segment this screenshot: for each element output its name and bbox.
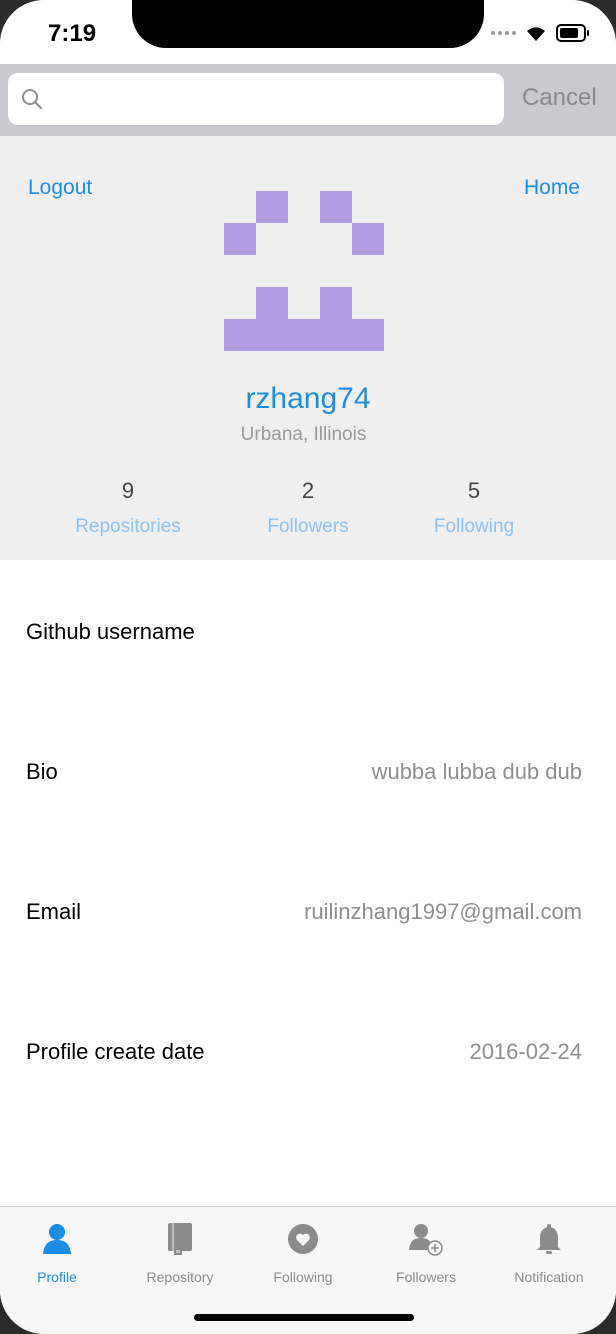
stat-label: Following	[433, 516, 515, 537]
search-input[interactable]	[52, 81, 496, 119]
stat-following[interactable]: 5 Following	[374, 478, 574, 538]
search-bar: Cancel	[0, 64, 616, 136]
stat-value: 5	[467, 478, 481, 503]
person-icon	[0, 1219, 119, 1259]
home-button[interactable]: Home	[524, 176, 580, 200]
detail-key: Email	[26, 899, 82, 924]
tab-label: Profile	[37, 1269, 77, 1285]
status-time: 7:19	[48, 20, 97, 47]
detail-row-email: Email ruilinzhang1997@gmail.com	[0, 899, 616, 939]
notch	[132, 0, 484, 48]
tab-profile[interactable]: Profile	[0, 1219, 119, 1285]
detail-key: Profile create date	[26, 1039, 205, 1064]
detail-row-create-date: Profile create date 2016-02-24	[0, 1039, 616, 1079]
stat-repositories[interactable]: 9 Repositories	[28, 478, 228, 538]
tab-label: Notification	[514, 1269, 584, 1285]
heart-icon	[241, 1219, 365, 1259]
signal-icon	[491, 31, 516, 35]
detail-row-github-username: Github username	[0, 619, 616, 659]
stat-label: Repositories	[75, 516, 181, 537]
tab-following[interactable]: Following	[241, 1219, 365, 1285]
avatar	[224, 191, 384, 351]
detail-value: ruilinzhang1997@gmail.com	[304, 899, 582, 924]
tab-repository[interactable]: Repository	[118, 1219, 242, 1285]
detail-value: 2016-02-24	[469, 1039, 582, 1064]
tab-label: Repository	[146, 1269, 214, 1285]
bell-icon	[487, 1219, 611, 1259]
cancel-button[interactable]: Cancel	[522, 84, 597, 112]
battery-icon	[556, 24, 590, 42]
detail-key: Bio	[26, 759, 58, 784]
status-bar: 7:19	[0, 0, 616, 64]
tab-label: Followers	[396, 1269, 456, 1285]
stat-value: 9	[121, 478, 135, 503]
profile-location: Urbana, Illinois	[240, 424, 367, 445]
detail-key: Github username	[26, 619, 195, 644]
search-icon	[20, 87, 44, 116]
phone-screen: 7:19 Cancel Logout Home rzhang74 Urbana,…	[0, 0, 616, 1334]
tab-label: Following	[273, 1269, 333, 1285]
tab-notification[interactable]: Notification	[487, 1219, 611, 1285]
detail-value: wubba lubba dub dub	[371, 759, 582, 784]
tab-followers[interactable]: Followers	[364, 1219, 488, 1285]
book-icon	[118, 1219, 242, 1259]
home-indicator[interactable]	[194, 1314, 414, 1321]
status-icons	[491, 24, 590, 42]
profile-username: rzhang74	[245, 382, 371, 415]
detail-row-bio: Bio wubba lubba dub dub	[0, 759, 616, 799]
logout-button[interactable]: Logout	[28, 176, 92, 200]
profile-header: Logout Home rzhang74 Urbana, Illinois 9 …	[0, 136, 616, 560]
add-person-icon	[364, 1219, 488, 1259]
wifi-icon	[524, 24, 548, 42]
search-field[interactable]	[8, 73, 504, 125]
